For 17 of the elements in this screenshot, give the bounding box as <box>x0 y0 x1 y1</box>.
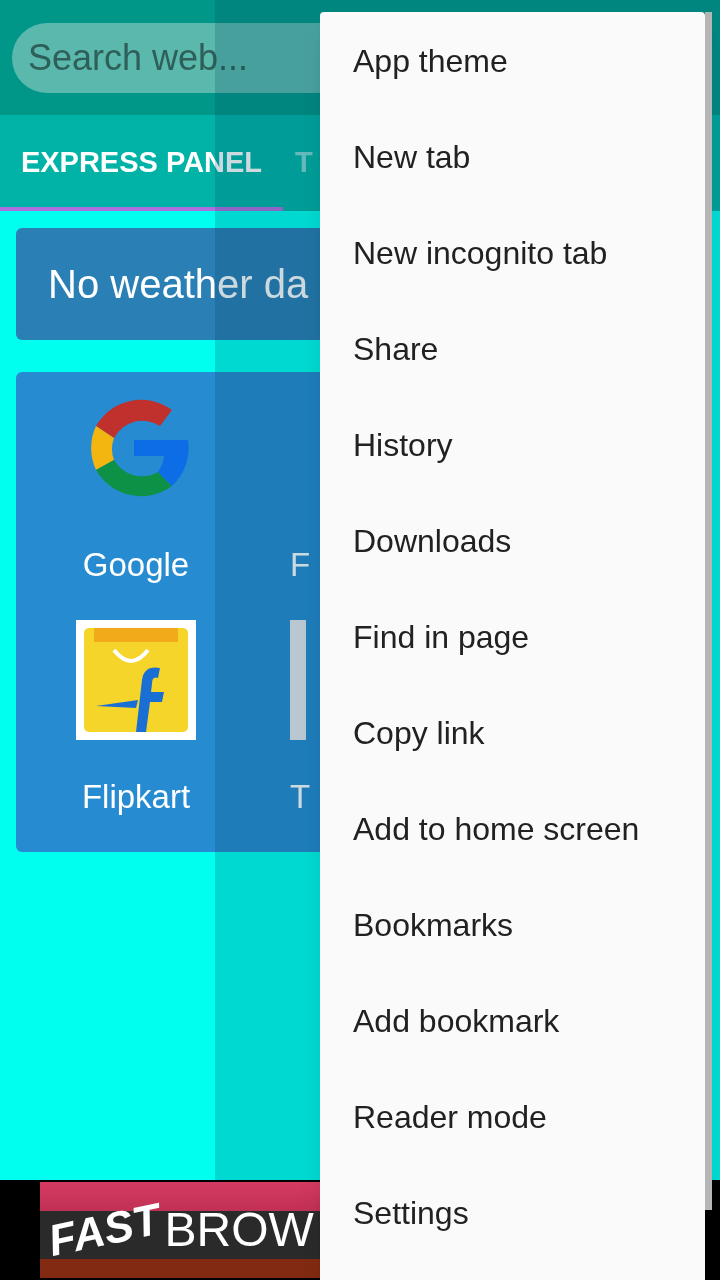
menu-item[interactable]: Add bookmark <box>320 973 705 1069</box>
weather-message: No weather da <box>48 261 309 308</box>
menu-item[interactable]: History <box>320 397 705 493</box>
shortcut-label[interactable]: Google <box>82 540 190 590</box>
shopping-bag-icon <box>76 620 196 740</box>
banner-word: BROW <box>164 1202 314 1258</box>
menu-item[interactable]: Copy link <box>320 685 705 781</box>
menu-item[interactable]: New tab <box>320 109 705 205</box>
shortcut-label[interactable]: Flipkart <box>81 772 191 822</box>
banner-word: FAST <box>43 1192 166 1268</box>
menu-item[interactable]: Share <box>320 301 705 397</box>
menu-item[interactable]: New incognito tab <box>320 205 705 301</box>
menu-item[interactable]: Bookmarks <box>320 877 705 973</box>
menu-item[interactable]: Add to home screen <box>320 781 705 877</box>
menu-item[interactable]: Reader mode <box>320 1069 705 1165</box>
menu-item[interactable]: Find in page <box>320 589 705 685</box>
menu-item[interactable]: Downloads <box>320 493 705 589</box>
